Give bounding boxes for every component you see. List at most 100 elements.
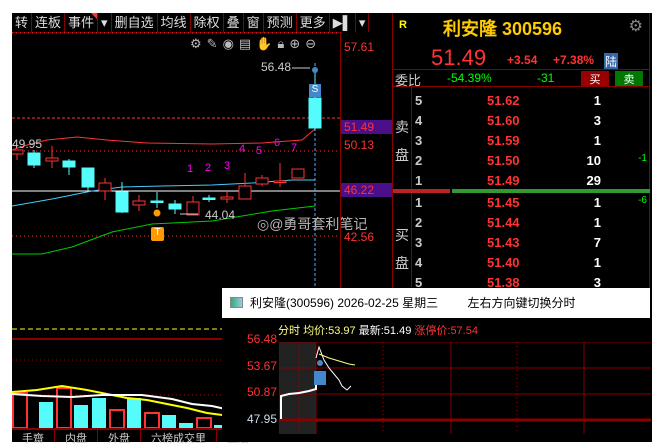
- kline-chart[interactable]: [12, 13, 392, 330]
- popup-title: 利安隆(300596) 2026-02-25 星期三: [250, 296, 439, 310]
- price: 51.43: [487, 235, 520, 250]
- high-label: 56.48: [261, 60, 292, 74]
- low-label: 44.04: [205, 208, 236, 222]
- wave-label: 3: [224, 160, 231, 172]
- intraday-axis-label: 47.95: [247, 412, 278, 426]
- volume: 1: [593, 215, 601, 230]
- s-marker[interactable]: S: [309, 84, 321, 97]
- candle[interactable]: [45, 157, 59, 162]
- level: 5: [415, 93, 423, 108]
- volume: 7: [593, 235, 601, 250]
- level: 4: [415, 255, 423, 270]
- price: 51.49: [487, 173, 520, 188]
- limit-value: 57.54: [450, 325, 478, 337]
- bottom-tabs: 手齋内盘外盘六榜成交里盘后: [12, 428, 260, 445]
- wave-label: 4: [239, 143, 246, 155]
- order-book-row[interactable]: 5 51.62 1: [393, 93, 649, 115]
- wave-label: 2: [205, 162, 212, 174]
- price: 51.50: [487, 153, 520, 168]
- volume-bar: [74, 405, 88, 428]
- limit-label: 涨停价:: [414, 325, 451, 337]
- candle[interactable]: [132, 200, 146, 206]
- candle[interactable]: [291, 168, 305, 179]
- candle[interactable]: [168, 203, 182, 210]
- bottom-tab[interactable]: 外盘: [98, 430, 141, 445]
- price: 51.44: [487, 215, 520, 230]
- price: 51.60: [487, 113, 520, 128]
- settings-gear-icon[interactable]: ⚙: [629, 16, 643, 36]
- avg-value: 53.97: [328, 325, 356, 337]
- order-book-row[interactable]: 4 51.40 1: [393, 255, 649, 277]
- order-book-row[interactable]: 3 51.43 7: [393, 235, 649, 257]
- intraday-axis-label: 50.87: [247, 385, 278, 399]
- buy-button[interactable]: 买: [581, 71, 609, 86]
- bottom-tab[interactable]: 手齋: [12, 430, 55, 445]
- avg-label: 均价:: [303, 325, 329, 337]
- volume: 10: [586, 153, 601, 168]
- candle[interactable]: [308, 97, 322, 129]
- last-value: 51.49: [383, 325, 412, 337]
- level: 1: [415, 195, 423, 210]
- candle[interactable]: [273, 180, 287, 183]
- volume: 1: [593, 93, 601, 108]
- popup-titlebar: 利安隆(300596) 2026-02-25 星期三 左右方向键切换分时: [222, 288, 650, 318]
- wave-label: 1: [187, 163, 194, 175]
- stock-title: 利安隆 300596: [443, 19, 563, 39]
- volume-chart[interactable]: [12, 328, 230, 428]
- candle[interactable]: [238, 185, 252, 200]
- label: 委比: [395, 73, 422, 88]
- boll-upper: [12, 128, 316, 151]
- weicha-value: -31: [537, 71, 555, 85]
- window-icon: [230, 297, 243, 308]
- volume-bar: [56, 387, 72, 428]
- t-marker[interactable]: T: [151, 227, 164, 241]
- volume: 1: [593, 133, 601, 148]
- intraday-axis-label: 53.67: [247, 359, 278, 373]
- quote-panel: R 利安隆 300596 ⚙ 51.49 +3.54 +7.38% 陆 委比 -…: [392, 13, 650, 290]
- high-marker: [312, 67, 318, 73]
- volume-bar: [109, 409, 125, 428]
- price-pct: +7.38%: [553, 53, 595, 67]
- popup-hint: 左右方向键切换分时: [467, 296, 576, 310]
- order-book-row[interactable]: 2 51.44 1: [393, 215, 649, 237]
- weibi-row: 委比 -54.39% -31 买 卖: [393, 69, 649, 88]
- candle[interactable]: [115, 191, 129, 213]
- fenshi-label: 分时: [278, 325, 300, 337]
- volume-bar: [39, 402, 53, 428]
- price: 51.62: [487, 93, 520, 108]
- hk-connect-badge: 陆: [604, 53, 619, 70]
- candle[interactable]: [81, 167, 95, 188]
- stock-app: 转 连板 事件 ▾ 删自选 均线 除权 叠 窗 预测 更多 ▶▌ ▾ ⚙✎◉▤✋…: [12, 13, 652, 445]
- volume-bar: [92, 398, 106, 428]
- wave-label: 5: [256, 145, 263, 157]
- axis-label: 57.61: [344, 40, 375, 54]
- order-book-row[interactable]: 1 51.45 1 -6: [393, 195, 649, 217]
- axis-label: 50.13: [344, 138, 375, 152]
- intraday-chart[interactable]: [279, 342, 651, 434]
- r-badge: R: [399, 19, 407, 31]
- level: 3: [415, 133, 423, 148]
- sell-button[interactable]: 卖: [615, 71, 643, 86]
- candle[interactable]: [220, 196, 234, 200]
- candle[interactable]: [62, 160, 76, 168]
- volume: 1: [593, 255, 601, 270]
- left-price-label: 49.95: [12, 137, 43, 151]
- price: 51.59: [487, 133, 520, 148]
- axis-label: 42.56: [344, 230, 375, 244]
- intraday-popup: 利安隆(300596) 2026-02-25 星期三 左右方向键切换分时 分时 …: [222, 288, 651, 442]
- intraday-header: 分时 均价:53.97 最新:51.49 涨停价:57.54: [278, 322, 478, 338]
- candle[interactable]: [27, 152, 41, 166]
- candle[interactable]: [150, 200, 164, 203]
- candle[interactable]: [98, 182, 112, 192]
- candle[interactable]: [186, 201, 200, 216]
- order-book-row[interactable]: 2 51.50 10 -1: [393, 153, 649, 175]
- candle[interactable]: [202, 197, 216, 200]
- order-book-row[interactable]: 4 51.60 3: [393, 113, 649, 135]
- price: 51.40: [487, 255, 520, 270]
- bottom-tab[interactable]: 内盘: [55, 430, 98, 445]
- order-book-row[interactable]: 3 51.59 1: [393, 133, 649, 155]
- bottom-tab[interactable]: 六榜成交里: [141, 430, 217, 445]
- volume-bar: [127, 398, 141, 428]
- wave-label: 7: [291, 142, 298, 154]
- candle[interactable]: [255, 177, 269, 185]
